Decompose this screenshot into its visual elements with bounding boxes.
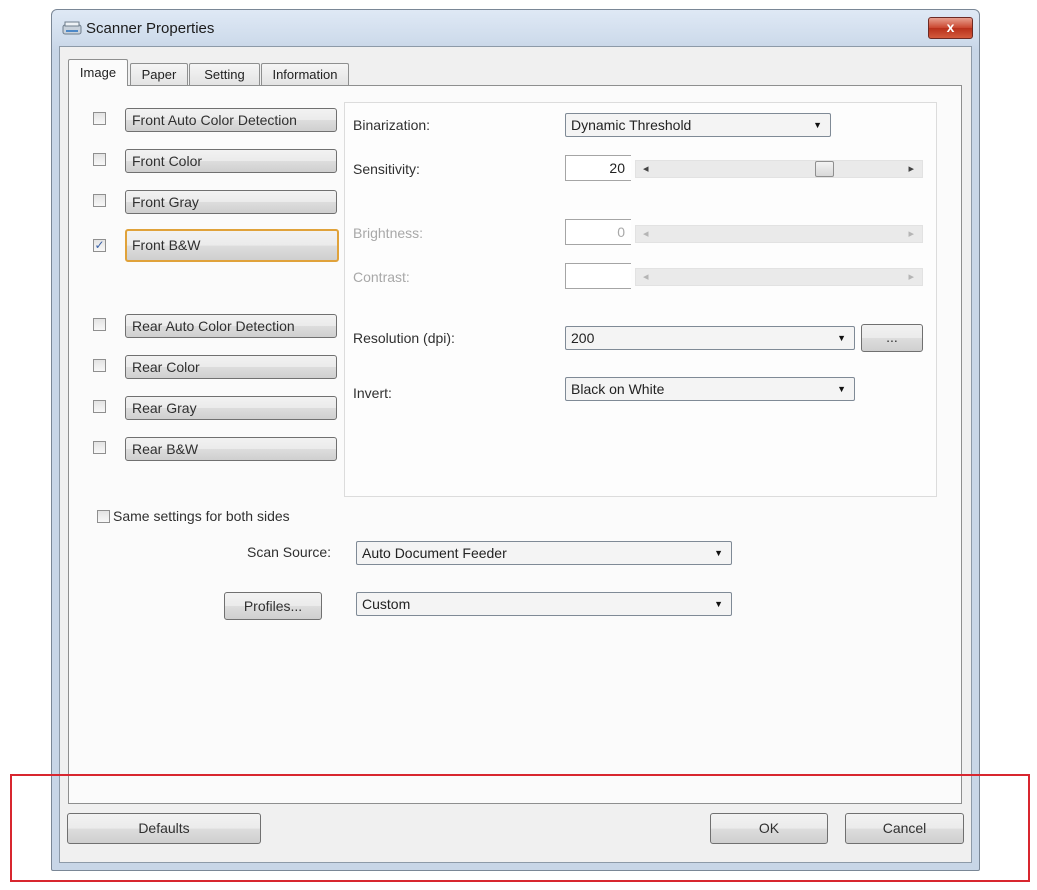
profiles-value: Custom	[362, 596, 411, 612]
brightness-slider: ◂ ▸	[635, 225, 923, 243]
resolution-label: Resolution (dpi):	[353, 330, 455, 346]
rear-color-button[interactable]: Rear Color	[125, 355, 337, 379]
brightness-value-field: 0	[565, 219, 631, 245]
scroll-left-arrow-icon: ◂	[643, 228, 649, 240]
close-icon: x	[946, 19, 955, 35]
scroll-right-arrow-icon: ▸	[908, 271, 914, 283]
image-type-list: Front Auto Color Detection Front Color F…	[82, 104, 352, 484]
image-type-checkbox[interactable]	[93, 194, 106, 207]
same-settings-label: Same settings for both sides	[113, 508, 290, 524]
scroll-left-arrow-icon: ◂	[643, 271, 649, 283]
resolution-more-button[interactable]: ...	[861, 324, 923, 352]
profiles-select[interactable]: Custom ▼	[356, 592, 732, 616]
chevron-down-icon: ▼	[837, 384, 846, 394]
scan-source-label: Scan Source:	[247, 544, 332, 560]
dialog-body: Image Paper Setting Information Front Au…	[59, 46, 972, 863]
tab-setting[interactable]: Setting	[189, 63, 260, 85]
same-settings-checkbox[interactable]	[97, 510, 110, 523]
image-settings-group: Binarization: Dynamic Threshold ▼ Sensit…	[344, 102, 937, 497]
contrast-value-field	[565, 263, 631, 289]
tab-image[interactable]: Image	[68, 59, 128, 86]
rear-bw-button[interactable]: Rear B&W	[125, 437, 337, 461]
image-type-checkbox[interactable]	[93, 112, 106, 125]
invert-value: Black on White	[571, 381, 665, 397]
front-gray-button[interactable]: Front Gray	[125, 190, 337, 214]
invert-select[interactable]: Black on White ▼	[565, 377, 855, 401]
sensitivity-label: Sensitivity:	[353, 161, 420, 177]
image-type-checkbox[interactable]	[93, 153, 106, 166]
image-type-checkbox[interactable]: ✓	[93, 239, 106, 252]
front-auto-color-detection-button[interactable]: Front Auto Color Detection	[125, 108, 337, 132]
resolution-select[interactable]: 200 ▼	[565, 326, 855, 350]
binarization-select[interactable]: Dynamic Threshold ▼	[565, 113, 831, 137]
checkmark-icon: ✓	[94, 238, 105, 252]
image-type-checkbox[interactable]	[93, 400, 106, 413]
tab-information[interactable]: Information	[261, 63, 349, 85]
scan-source-select[interactable]: Auto Document Feeder ▼	[356, 541, 732, 565]
image-type-checkbox[interactable]	[93, 441, 106, 454]
invert-label: Invert:	[353, 385, 392, 401]
scroll-right-arrow-icon[interactable]: ▸	[908, 161, 914, 177]
scanner-icon	[62, 21, 82, 35]
scan-source-value: Auto Document Feeder	[362, 545, 507, 561]
contrast-slider: ◂ ▸	[635, 268, 923, 286]
chevron-down-icon: ▼	[714, 548, 723, 558]
brightness-label: Brightness:	[353, 225, 424, 241]
chevron-down-icon: ▼	[837, 333, 846, 343]
image-type-checkbox[interactable]	[93, 359, 106, 372]
contrast-label: Contrast:	[353, 269, 410, 285]
binarization-label: Binarization:	[353, 117, 431, 133]
front-bw-button[interactable]: Front B&W	[125, 229, 339, 262]
slider-thumb[interactable]	[814, 161, 834, 177]
profiles-button[interactable]: Profiles...	[224, 592, 322, 620]
front-color-button[interactable]: Front Color	[125, 149, 337, 173]
highlight-annotation-box	[10, 774, 1030, 882]
chevron-down-icon: ▼	[714, 599, 723, 609]
scroll-right-arrow-icon: ▸	[908, 228, 914, 240]
rear-gray-button[interactable]: Rear Gray	[125, 396, 337, 420]
binarization-value: Dynamic Threshold	[571, 117, 692, 133]
sensitivity-value-field[interactable]: 20	[565, 155, 631, 181]
chevron-down-icon: ▼	[813, 120, 822, 130]
title-bar: Scanner Properties x	[52, 10, 979, 46]
window-title: Scanner Properties	[86, 20, 215, 37]
tab-paper[interactable]: Paper	[130, 63, 188, 85]
scroll-left-arrow-icon[interactable]: ◂	[643, 161, 649, 177]
image-tab-panel: Front Auto Color Detection Front Color F…	[68, 85, 962, 804]
scanner-properties-window: Scanner Properties x Image Paper Setting…	[51, 9, 980, 871]
rear-auto-color-detection-button[interactable]: Rear Auto Color Detection	[125, 314, 337, 338]
resolution-value: 200	[571, 330, 595, 346]
sensitivity-slider[interactable]: ◂ ▸	[635, 160, 923, 178]
image-type-checkbox[interactable]	[93, 318, 106, 331]
close-button[interactable]: x	[928, 17, 973, 39]
